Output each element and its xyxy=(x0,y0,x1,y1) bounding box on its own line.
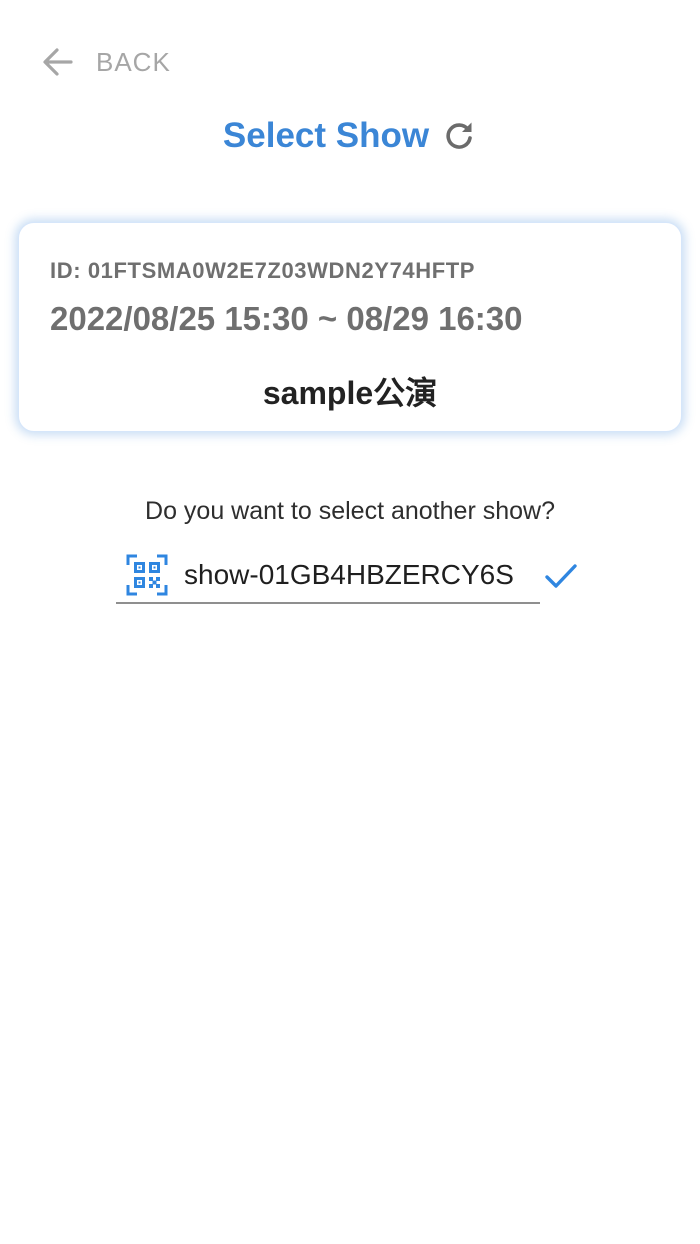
current-show-card: ID: 01FTSMA0W2E7Z03WDN2Y74HFTP 2022/08/2… xyxy=(18,222,682,432)
show-id-input[interactable] xyxy=(184,553,536,597)
select-show-screen: BACK Select Show ID: 01FTSMA0W2E7Z03WDN2… xyxy=(0,0,700,1244)
qr-code-icon[interactable] xyxy=(126,554,168,596)
back-button[interactable]: BACK xyxy=(40,40,171,84)
checkmark-icon[interactable] xyxy=(543,558,579,594)
title-row: Select Show xyxy=(0,110,700,162)
refresh-icon[interactable] xyxy=(441,118,477,154)
back-label: BACK xyxy=(96,46,171,77)
select-another-show-prompt: Do you want to select another show? xyxy=(145,497,555,525)
show-id-field xyxy=(116,548,540,604)
show-period: 2022/08/25 15:30 ~ 08/29 16:30 xyxy=(50,300,523,337)
show-id: ID: 01FTSMA0W2E7Z03WDN2Y74HFTP xyxy=(50,258,476,283)
arrow-left-icon xyxy=(43,48,73,76)
show-name: sample公演 xyxy=(262,375,438,411)
page-title: Select Show xyxy=(222,116,430,155)
